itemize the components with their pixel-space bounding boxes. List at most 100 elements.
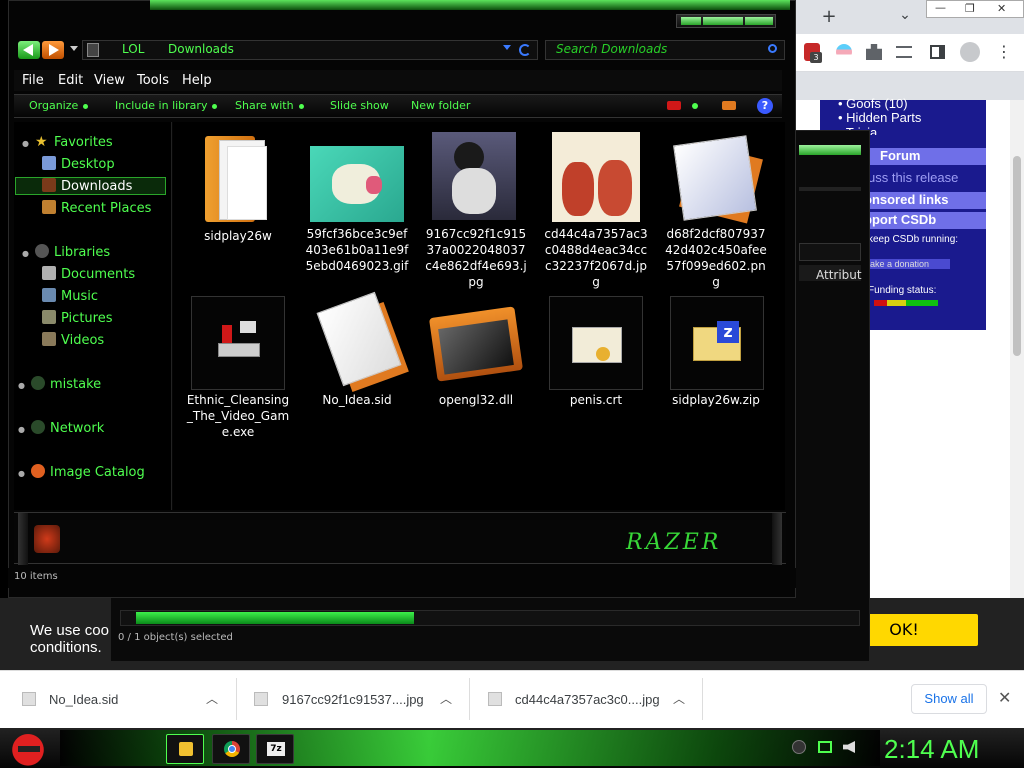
menu-edit[interactable]: Edit (58, 73, 83, 88)
hidden-parts-link[interactable]: • Hidden Parts (820, 110, 986, 125)
view-options-icon[interactable] (667, 101, 681, 110)
nav-desktop[interactable]: Desktop (42, 156, 115, 172)
cookie-text-line1: We use coo (30, 622, 109, 639)
nav-pictures[interactable]: Pictures (42, 310, 112, 326)
attributes-column-header[interactable]: Attribut (816, 268, 862, 282)
tab-search-button[interactable]: ⌄ (894, 5, 916, 25)
profile-avatar[interactable] (960, 42, 980, 62)
maximize-button[interactable]: ❐ (965, 2, 975, 15)
taskbar-explorer[interactable] (166, 734, 204, 764)
address-bar[interactable] (82, 40, 538, 60)
nav-downloads[interactable]: Downloads (42, 178, 132, 194)
refresh-icon[interactable] (519, 44, 531, 56)
nav-network-label: Network (49, 421, 105, 436)
background-progress-fill (136, 612, 414, 624)
nav-libraries-label: Libraries (53, 245, 111, 260)
chevron-up-icon[interactable]: ︿ (673, 690, 685, 707)
nav-image-catalog-label: Image Catalog (49, 465, 145, 480)
menu-help[interactable]: Help (182, 73, 212, 88)
pride-extension-icon[interactable] (836, 44, 852, 60)
nav-image-catalog[interactable]: ● Image Catalog (18, 464, 145, 480)
menu-tools[interactable]: Tools (137, 73, 169, 88)
menu-view[interactable]: View (94, 73, 125, 88)
organize-button[interactable]: Organize (29, 99, 89, 112)
file-name: penis.crt (569, 393, 623, 407)
minimize-button[interactable]: — (935, 1, 946, 14)
forward-arrow-icon (49, 44, 59, 56)
selected-folder-icon (34, 525, 60, 553)
nav-music[interactable]: Music (42, 288, 98, 304)
png-image-icon (672, 134, 766, 228)
download-item-cd44[interactable]: cd44c4a7357ac3c0....jpg (515, 692, 660, 707)
zip-archive-icon: z (670, 296, 764, 390)
new-tab-button[interactable]: + (818, 7, 840, 27)
address-dropdown-icon[interactable] (503, 45, 511, 50)
nav-favorites[interactable]: ● ★ Favorites (22, 134, 113, 150)
download-separator (469, 678, 470, 720)
network-icon (30, 420, 45, 434)
network-tray-icon[interactable] (818, 741, 832, 753)
media-control-icon[interactable] (896, 46, 912, 58)
close-window-button[interactable] (745, 17, 773, 25)
chrome-tab-strip: + ⌄ — ❐ ✕ (790, 0, 1024, 34)
donation-button[interactable]: ake a donation (868, 259, 950, 269)
new-folder-button[interactable]: New folder (411, 99, 470, 112)
nav-documents[interactable]: Documents (42, 266, 135, 282)
download-item-9167[interactable]: 9167cc92f1c91537....jpg (282, 692, 424, 707)
webpage-scrollbar[interactable] (1010, 100, 1024, 670)
include-in-library-button[interactable]: Include in library (115, 99, 218, 112)
view-dropdown-dot-icon[interactable] (692, 103, 698, 109)
search-icon (768, 44, 777, 53)
goofs-link[interactable]: • Goofs (10) (820, 96, 986, 111)
chevron-up-icon[interactable]: ︿ (440, 690, 452, 707)
tray-expand-icon[interactable] (792, 740, 806, 754)
background-divider (799, 187, 861, 191)
back-button[interactable] (18, 41, 40, 59)
details-right-bracket (772, 513, 782, 565)
taskbar-clock[interactable]: 2:14 AM (884, 734, 979, 765)
minimize-window-button[interactable] (681, 17, 701, 25)
taskbar-7zip[interactable]: 7z (256, 734, 294, 764)
recent-pages-chevron-icon[interactable] (70, 46, 78, 51)
dll-file-icon (428, 298, 524, 392)
puzzle-icon[interactable] (866, 44, 882, 60)
details-left-bracket (18, 513, 28, 565)
nav-recent-places[interactable]: Recent Places (42, 200, 151, 216)
download-item-no-idea[interactable]: No_Idea.sid (49, 692, 118, 707)
scrollbar-thumb[interactable] (1013, 156, 1021, 356)
taskbar-chrome[interactable] (212, 734, 250, 764)
background-window-controls[interactable] (799, 145, 861, 155)
folder-icon (191, 130, 285, 224)
side-panel-icon[interactable] (930, 45, 945, 59)
preview-pane-icon[interactable] (722, 101, 736, 110)
downloads-icon (42, 178, 56, 192)
share-with-button[interactable]: Share with (235, 99, 304, 112)
download-shelf (0, 670, 1024, 728)
back-arrow-icon (23, 44, 33, 56)
start-button[interactable] (8, 730, 48, 766)
show-all-button[interactable]: Show all (911, 684, 987, 714)
chrome-menu-icon[interactable]: ⋮ (996, 42, 1012, 61)
menu-file[interactable]: File (22, 73, 44, 88)
ublock-icon[interactable]: 3 (804, 43, 822, 63)
nav-network[interactable]: ● Network (18, 420, 104, 436)
help-icon[interactable]: ? (757, 98, 773, 114)
nav-videos[interactable]: Videos (42, 332, 104, 348)
background-dropdown[interactable] (799, 243, 861, 261)
file-name: sidplay26w.zip (672, 393, 760, 407)
close-download-shelf-button[interactable]: ✕ (998, 688, 1011, 707)
forward-button[interactable] (42, 41, 64, 59)
cookie-text: We use coo conditions. (30, 622, 109, 656)
share-label: Share with (235, 99, 294, 112)
sid-file-icon (310, 291, 409, 393)
breadcrumb-downloads[interactable]: Downloads (168, 42, 234, 56)
maximize-window-button[interactable] (703, 17, 743, 25)
nav-mistake[interactable]: ● mistake (18, 376, 101, 392)
breadcrumb-lol[interactable]: LOL (122, 42, 144, 56)
slide-show-button[interactable]: Slide show (330, 99, 389, 112)
include-label: Include in library (115, 99, 208, 112)
close-button[interactable]: ✕ (997, 2, 1006, 15)
chevron-up-icon[interactable]: ︿ (206, 690, 218, 707)
nav-libraries[interactable]: ● Libraries (22, 244, 110, 260)
file-name: sidplay26w (204, 229, 272, 243)
